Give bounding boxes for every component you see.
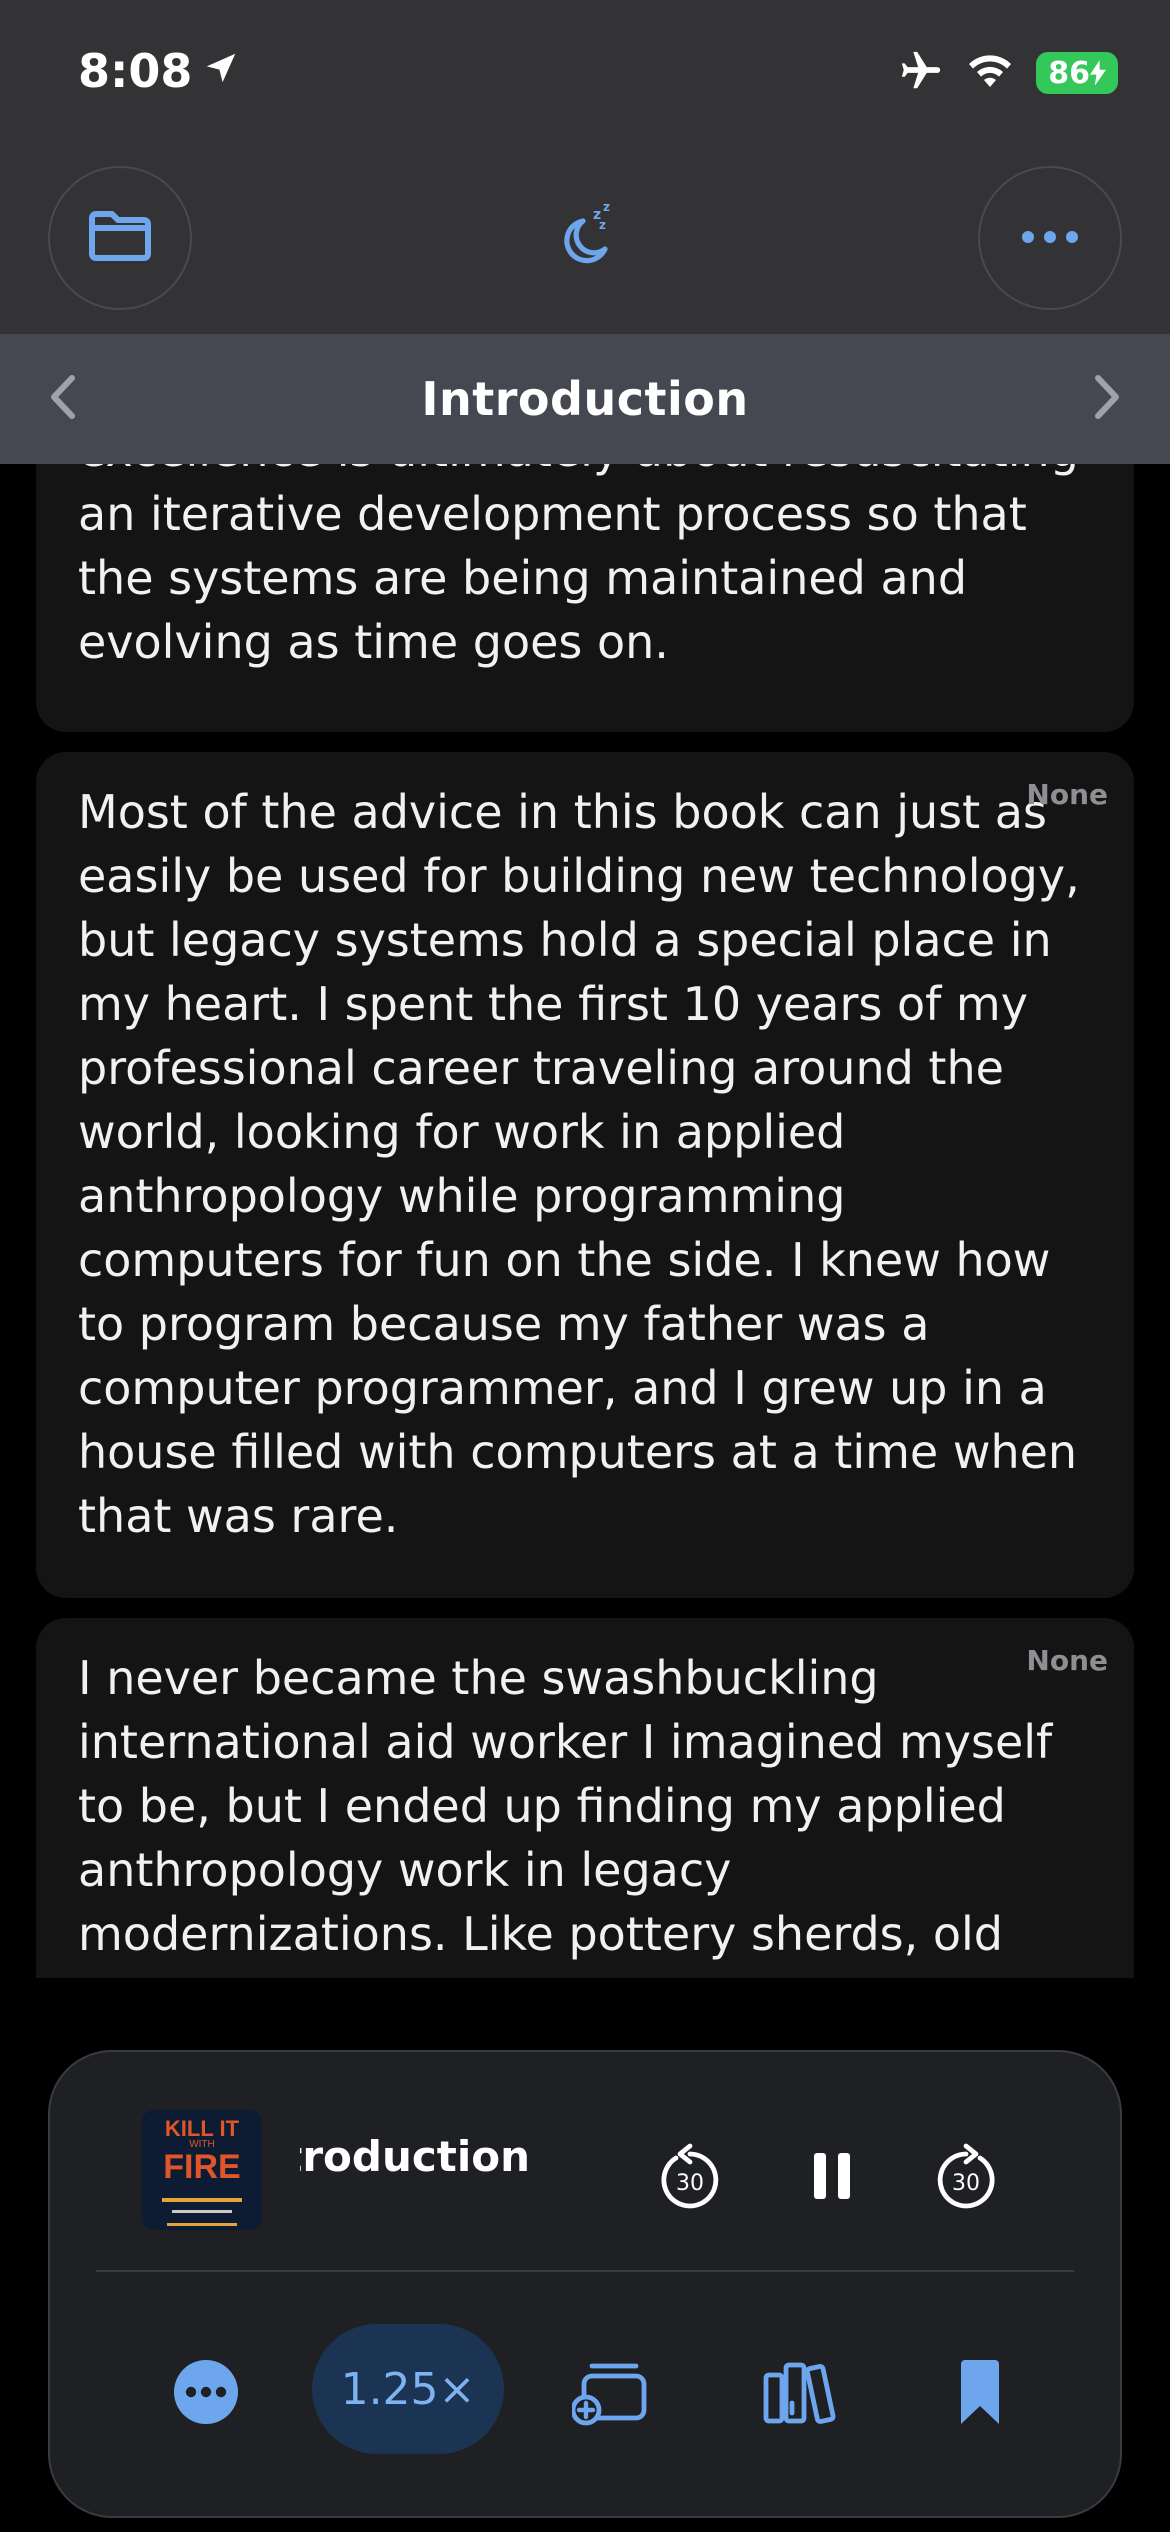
skip-back-seconds: 30 [676,2171,704,2196]
add-to-queue-button[interactable] [570,2352,650,2432]
player-more-button[interactable] [166,2352,246,2432]
status-time: 8:08 [78,44,240,98]
transcript-text: excellence is ultimately about resuscita… [78,464,1079,669]
next-chapter-button[interactable] [1072,364,1142,434]
chapter-title: Introduction [421,372,749,426]
charging-bolt-icon [1090,60,1106,86]
more-options-button[interactable] [978,166,1122,310]
books-icon [763,2362,836,2424]
playback-speed-button[interactable]: 1.25× [312,2324,504,2454]
skip-back-button[interactable]: 30 [650,2136,730,2216]
more-circle-icon [174,2360,238,2424]
pause-icon [814,2153,850,2199]
cover-title-line1: KILL IT [164,2116,240,2141]
top-toolbar: 8:08 86 zzz [0,0,1170,334]
card-tag: None [1026,1644,1108,1677]
chevron-right-icon [1092,374,1122,424]
folder-icon [86,208,154,268]
transcript-card[interactable]: excellence is ultimately about resuscita… [36,464,1134,732]
add-to-queue-icon [572,2363,647,2426]
player-divider [96,2270,1074,2272]
moon-sleep-icon: zzz [555,200,615,269]
ellipsis-icon [1020,229,1080,248]
skip-forward-seconds: 30 [952,2171,980,2196]
cover-decoration [172,2210,232,2213]
cover-decoration [167,2223,237,2226]
previous-chapter-button[interactable] [28,364,98,434]
bookmark-icon [961,2360,999,2424]
cover-title-line3: FIRE [163,2148,241,2186]
skip-back-30-icon: 30 [661,2143,719,2209]
transcript-text: Most of the advice in this book can just… [78,785,1080,1543]
pause-button[interactable] [792,2136,872,2216]
now-playing-title[interactable]: Introduction [300,2132,530,2181]
library-folder-button[interactable] [48,166,192,310]
battery-indicator: 86 [1036,52,1118,94]
skip-forward-30-icon: 30 [937,2143,995,2209]
transcript-text: I never became the swashbuckling interna… [78,1651,1053,1961]
sleep-timer-button[interactable]: zzz [550,200,620,270]
svg-text:z: z [599,218,606,232]
library-books-button[interactable] [756,2352,846,2432]
airplane-icon [898,48,944,98]
battery-level: 86 [1048,55,1090,91]
svg-text:z: z [603,201,610,214]
skip-forward-button[interactable]: 30 [926,2136,1006,2216]
transcript-card[interactable]: None I never became the swashbuckling in… [36,1618,1134,1978]
cover-decoration [162,2198,242,2202]
wifi-icon [966,51,1014,95]
book-cover-image[interactable]: KILL IT WITH FIRE [142,2110,262,2230]
now-playing-title-text: Introduction [300,2132,530,2181]
chevron-left-icon [48,374,78,424]
transcript-card[interactable]: None Most of the advice in this book can… [36,752,1134,1598]
transcript-list: excellence is ultimately about resuscita… [0,464,1170,1978]
status-icons: 86 [898,48,1118,98]
mini-player: KILL IT WITH FIRE Introduction 30 30 1.2… [48,2050,1122,2518]
bookmark-button[interactable] [940,2352,1020,2432]
clock-label: 8:08 [78,44,193,98]
location-arrow-icon [202,44,240,98]
playback-speed-label: 1.25× [340,2363,476,2415]
card-tag: None [1026,778,1108,811]
chapter-navigation-bar: Introduction [0,334,1170,464]
